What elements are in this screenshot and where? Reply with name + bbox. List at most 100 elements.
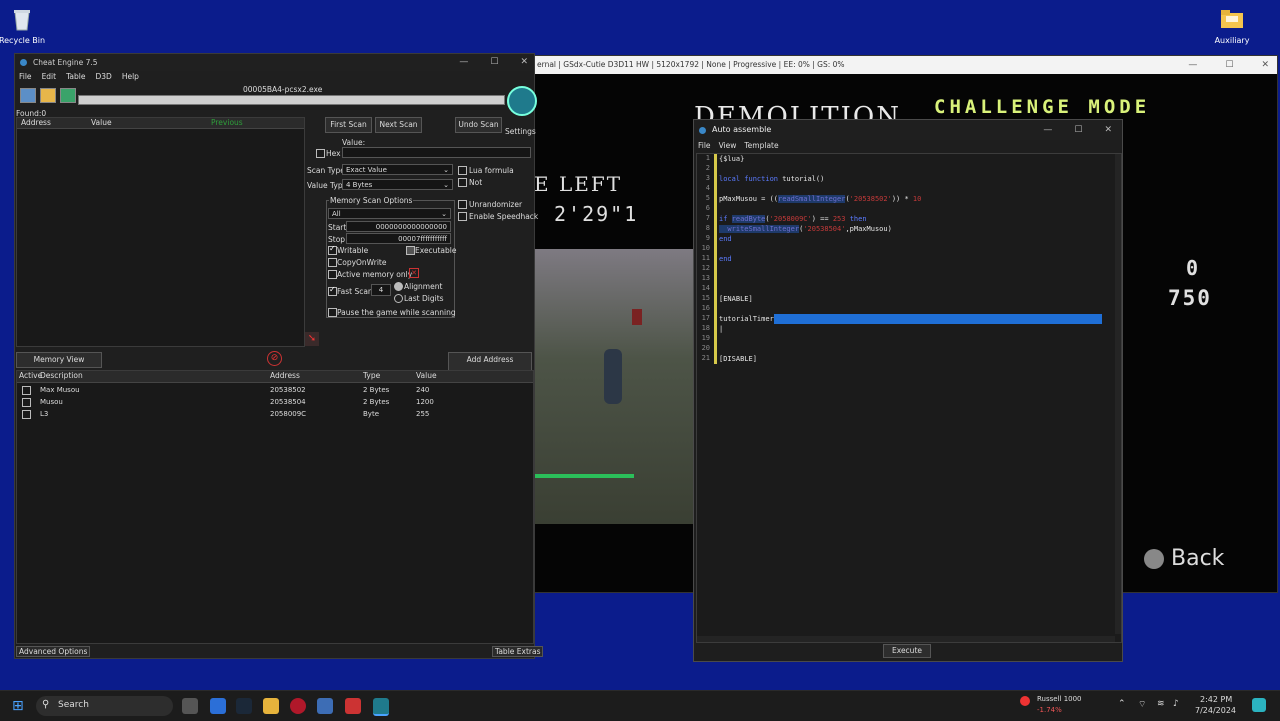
code-token: '20538504' (803, 225, 846, 233)
minimize-icon[interactable]: — (1043, 120, 1052, 140)
table-row[interactable]: Musou 20538504 2 Bytes 1200 (17, 396, 533, 408)
tray-chevron-icon[interactable]: ⌃ (1118, 699, 1126, 709)
speedhack-checkbox[interactable] (458, 212, 467, 221)
clear-list-icon[interactable]: ⊘ (267, 351, 282, 366)
volume-icon[interactable]: ♪ (1173, 699, 1179, 709)
start-address-input[interactable]: 0000000000000000 (346, 221, 451, 232)
results-header: Address Value Previous (17, 118, 304, 129)
maximize-icon[interactable]: ☐ (490, 54, 498, 71)
memory-view-button[interactable]: Memory View (16, 352, 102, 368)
minimize-icon[interactable]: — (1188, 56, 1197, 74)
hex-checkbox[interactable] (316, 149, 325, 158)
undo-scan-button[interactable]: Undo Scan (455, 117, 502, 133)
maximize-icon[interactable]: ☐ (1074, 120, 1082, 140)
col-type[interactable]: Type (363, 371, 380, 380)
header-previous[interactable]: Previous (211, 118, 243, 127)
header-address[interactable]: Address (21, 118, 51, 127)
active-memory-x-icon[interactable]: ✕ (409, 268, 419, 278)
lua-formula-checkbox[interactable] (458, 166, 467, 175)
scan-results-list[interactable]: Address Value Previous (16, 117, 305, 347)
memory-region-select[interactable]: All ⌄ (328, 208, 451, 219)
advanced-options-button[interactable]: Advanced Options (16, 646, 91, 657)
last-digits-radio[interactable] (394, 294, 403, 303)
copilot-icon[interactable] (1252, 698, 1266, 712)
pcsx2-icon[interactable] (317, 698, 333, 714)
auto-assemble-window[interactable]: Auto assemble — ☐ ✕ File View Template 1… (693, 119, 1123, 662)
next-scan-button[interactable]: Next Scan (375, 117, 422, 133)
copyonwrite-checkbox[interactable] (328, 258, 337, 267)
col-address[interactable]: Address (270, 371, 300, 380)
address-table[interactable]: Active Description Address Type Value Ma… (16, 370, 534, 644)
menu-file[interactable]: File (19, 71, 32, 83)
start-icon[interactable]: ⊞ (12, 699, 26, 713)
menu-edit[interactable]: Edit (42, 71, 57, 83)
settings-link[interactable]: Settings (505, 127, 536, 136)
back-prompt[interactable]: Back (1144, 546, 1224, 571)
first-scan-button[interactable]: First Scan (325, 117, 372, 133)
menu-table[interactable]: Table (66, 71, 85, 83)
menu-d3d[interactable]: D3D (96, 71, 112, 83)
stop-address-input[interactable]: 00007fffffffffff (346, 233, 451, 244)
pause-game-checkbox[interactable] (328, 308, 337, 317)
opera-icon[interactable] (290, 698, 306, 714)
minimize-icon[interactable]: — (459, 54, 468, 71)
table-extras-button[interactable]: Table Extras (492, 646, 544, 657)
widgets-icon[interactable] (210, 698, 226, 714)
close-icon[interactable]: ✕ (1261, 56, 1269, 74)
execute-button[interactable]: Execute (883, 644, 931, 658)
stock-name[interactable]: Russell 1000 (1037, 695, 1082, 703)
pointer-scan-icon[interactable]: ➘ (305, 332, 319, 346)
cheat-engine-taskbar-icon[interactable] (373, 698, 389, 716)
file-explorer-icon[interactable] (263, 698, 279, 714)
alignment-radio[interactable] (394, 282, 403, 291)
search-box[interactable]: ⚲ Search (36, 696, 173, 716)
scan-type-select[interactable]: Exact Value ⌄ (342, 164, 453, 175)
unrandomizer-checkbox[interactable] (458, 200, 467, 209)
value-type-select[interactable]: 4 Bytes ⌄ (342, 179, 453, 190)
col-value[interactable]: Value (416, 371, 437, 380)
cheat-engine-window[interactable]: Cheat Engine 7.5 — ☐ ✕ File Edit Table D… (14, 53, 544, 659)
not-checkbox[interactable] (458, 178, 467, 187)
save-icon[interactable] (60, 88, 76, 103)
desktop-icon-auxiliary[interactable]: Auxiliary (1202, 6, 1262, 45)
clock-date[interactable]: 7/24/2024 (1195, 706, 1236, 715)
wifi-icon[interactable]: ≋ (1157, 699, 1165, 709)
desktop-icon-recycle-bin[interactable]: Recycle Bin (0, 6, 52, 45)
row-value: 255 (416, 410, 430, 418)
maximize-icon[interactable]: ☐ (1225, 56, 1233, 74)
header-value[interactable]: Value (91, 118, 112, 127)
table-row[interactable]: Max Musou 20538502 2 Bytes 240 (17, 384, 533, 396)
vertical-scrollbar[interactable] (1115, 154, 1121, 634)
executable-checkbox[interactable] (406, 246, 415, 255)
writable-checkbox[interactable] (328, 244, 337, 255)
close-icon[interactable]: ✕ (1104, 120, 1112, 140)
table-row[interactable]: L3 2058009C Byte 255 (17, 408, 533, 420)
aa-menu-file[interactable]: File (698, 140, 711, 152)
cheat-engine-logo-icon[interactable] (507, 86, 537, 116)
task-view-icon[interactable] (182, 698, 198, 714)
fast-scan-input[interactable]: 4 (371, 284, 391, 296)
active-checkbox[interactable] (22, 386, 31, 395)
clock-time[interactable]: 2:42 PM (1200, 695, 1232, 704)
code-editor[interactable]: 1 2 3 4 5 6 7 8 9 10 11 12 13 14 15 16 1… (696, 153, 1122, 643)
col-active[interactable]: Active (19, 371, 42, 380)
menu-help[interactable]: Help (122, 71, 139, 83)
aa-menu-view[interactable]: View (719, 140, 737, 152)
open-process-icon[interactable] (20, 88, 36, 103)
active-memory-checkbox[interactable] (328, 270, 337, 279)
taskbar: ⊞ ⚲ Search Russell 1000 -1.74% ⌃ ⌔ ≋ ♪ 2… (0, 690, 1280, 721)
network-icon[interactable]: ⌔ (1138, 699, 1146, 710)
row-type: Byte (363, 410, 379, 418)
fast-scan-checkbox[interactable] (328, 285, 337, 296)
steam-icon[interactable] (236, 698, 252, 714)
active-checkbox[interactable] (22, 398, 31, 407)
horizontal-scrollbar[interactable] (697, 636, 1115, 642)
value-input[interactable] (342, 147, 531, 158)
unrandomizer-label: Unrandomizer (469, 200, 523, 209)
col-description[interactable]: Description (40, 371, 83, 380)
app-icon[interactable] (345, 698, 361, 714)
open-file-icon[interactable] (40, 88, 56, 103)
close-icon[interactable]: ✕ (520, 54, 528, 71)
aa-menu-template[interactable]: Template (744, 140, 778, 152)
active-checkbox[interactable] (22, 410, 31, 419)
